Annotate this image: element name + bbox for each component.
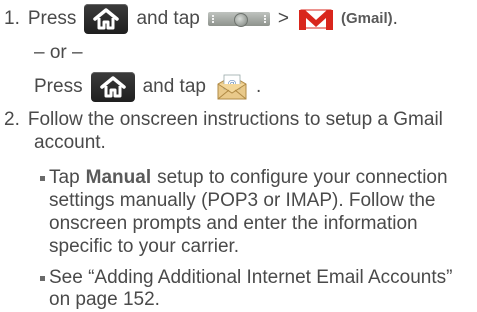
step-number: 1. xyxy=(4,8,20,29)
gmail-icon xyxy=(297,6,335,32)
greater-than: > xyxy=(277,8,289,29)
bullet-1-text: onscreen prompts and enter the informati… xyxy=(49,213,418,234)
bullet-1-line-2: settings manually (POP3 or IMAP). Follow… xyxy=(49,189,435,213)
bullet-2-line-2: on page 152. xyxy=(49,288,160,312)
step-2-line-2: account. xyxy=(34,131,106,155)
and-tap-text: and tap xyxy=(142,76,206,97)
manual-label: Manual xyxy=(85,167,152,188)
bullet-1-line-3: onscreen prompts and enter the informati… xyxy=(49,212,418,236)
bullet-2-line-1: See “Adding Additional Internet Email Ac… xyxy=(40,266,452,290)
launcher-bar-icon xyxy=(207,9,270,29)
bullet-2-text: See “Adding Additional Internet Email Ac… xyxy=(49,267,453,288)
step-2-line: 2. Follow the onscreen instructions to s… xyxy=(4,108,443,132)
bullet-marker xyxy=(40,275,45,281)
step-number: 2. xyxy=(4,109,20,130)
bullet-1-text: specific to your carrier. xyxy=(49,236,240,257)
or-separator: – or – xyxy=(34,41,83,65)
bullet-1-text: settings manually (POP3 or IMAP). Follow… xyxy=(49,190,436,211)
bullet-marker xyxy=(40,175,45,181)
bullet-1-text: setup to configure your connection xyxy=(157,167,448,188)
period: . xyxy=(255,76,262,97)
tap-text: Tap xyxy=(49,167,80,188)
period: . xyxy=(392,8,398,29)
alt-line: Press and tap @ . xyxy=(34,72,261,102)
bullet-2-text: on page 152. xyxy=(49,289,160,310)
step-1-line: 1. Press and tap > (Gmail) . xyxy=(4,4,398,34)
press-text: Press xyxy=(34,76,83,97)
gmail-label: (Gmail) xyxy=(340,10,393,27)
email-envelope-icon: @ xyxy=(214,72,250,102)
or-text: – or – xyxy=(34,42,83,63)
step-2-text: Follow the onscreen instructions to setu… xyxy=(27,109,443,130)
bullet-1-line-1: Tap Manual setup to configure your conne… xyxy=(40,166,448,190)
step-2-text: account. xyxy=(34,132,106,153)
and-tap-text: and tap xyxy=(136,8,200,29)
home-icon xyxy=(84,4,129,34)
press-text: Press xyxy=(27,8,77,29)
document-page: 1. Press and tap > (Gmail) . – or – Pres… xyxy=(0,0,477,311)
home-icon xyxy=(90,72,135,102)
bullet-1-line-4: specific to your carrier. xyxy=(49,235,239,259)
